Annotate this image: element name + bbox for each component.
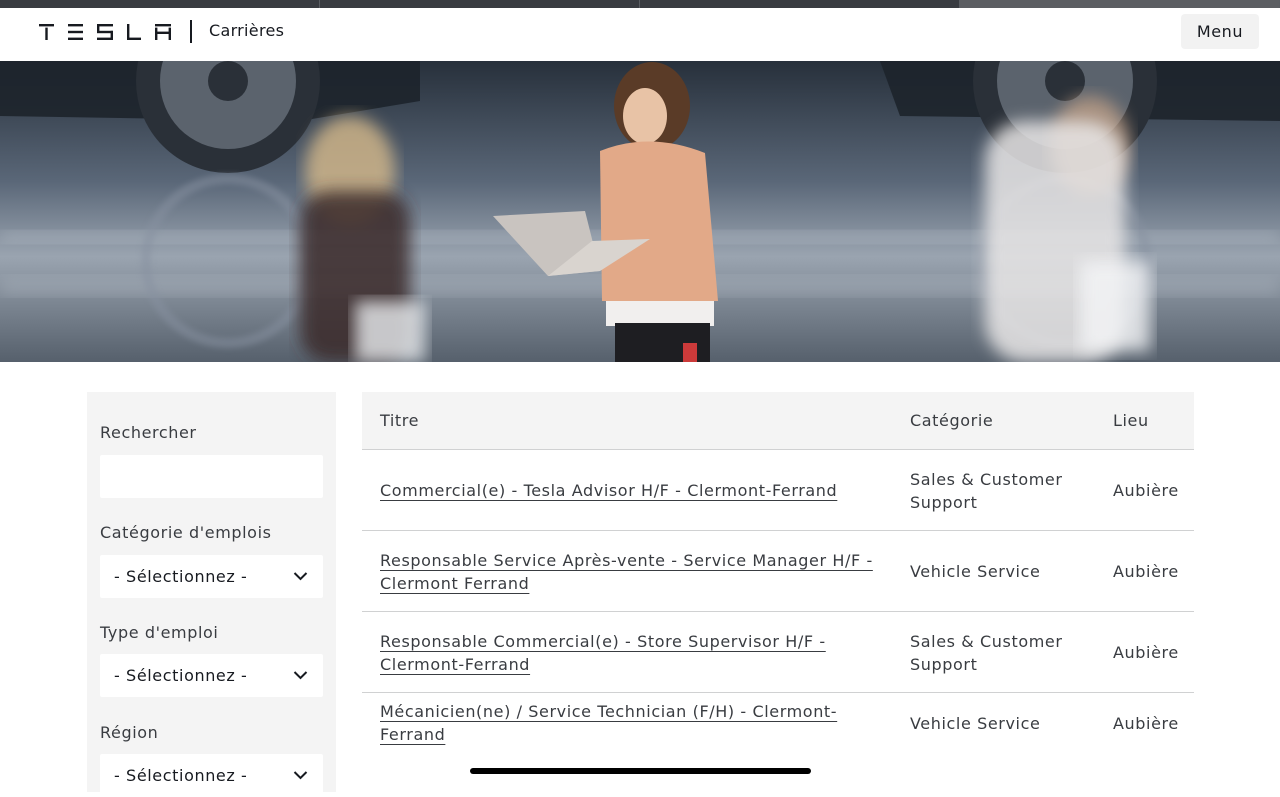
strip-segment	[0, 0, 320, 8]
search-label: Rechercher	[100, 423, 197, 442]
job-title-cell: Commercial(e) - Tesla Advisor H/F - Cler…	[380, 450, 880, 531]
category-select-value: - Sélectionnez -	[114, 567, 248, 586]
job-category-cell: Vehicle Service	[910, 713, 1041, 733]
job-location-cell: Aubière	[1113, 643, 1179, 662]
job-location-cell: Aubière	[1113, 562, 1179, 581]
table-row[interactable]: Responsable Service Après-vente - Servic…	[362, 531, 1194, 612]
strip-segment	[320, 0, 640, 8]
category-select[interactable]: - Sélectionnez -	[100, 555, 323, 598]
table-row[interactable]: Responsable Commercial(e) - Store Superv…	[362, 612, 1194, 693]
section-title[interactable]: Carrières	[209, 21, 284, 40]
job-title-cell: Responsable Service Après-vente - Servic…	[380, 531, 880, 612]
hero-image	[0, 61, 1280, 362]
job-title-link[interactable]: Responsable Service Après-vente - Servic…	[380, 549, 880, 595]
hero-illustration	[0, 61, 1280, 362]
search-input[interactable]	[100, 455, 323, 498]
job-title-link[interactable]: Mécanicien(ne) / Service Technician (F/H…	[380, 700, 880, 746]
table-row[interactable]: Commercial(e) - Tesla Advisor H/F - Cler…	[362, 450, 1194, 531]
job-category-cell: Sales & Customer Support	[910, 469, 1063, 512]
job-title-cell: Responsable Commercial(e) - Store Superv…	[380, 612, 880, 693]
job-type-select-value: - Sélectionnez -	[114, 666, 248, 685]
column-header-title[interactable]: Titre	[380, 411, 419, 430]
tesla-logo[interactable]	[39, 24, 171, 40]
category-label: Catégorie d'emplois	[100, 523, 272, 542]
table-row[interactable]: Mécanicien(ne) / Service Technician (F/H…	[362, 693, 1194, 753]
region-select[interactable]: - Sélectionnez -	[100, 754, 323, 797]
site-header: Carrières Menu	[0, 8, 1280, 61]
column-header-category[interactable]: Catégorie	[910, 411, 993, 430]
job-location-cell: Aubière	[1113, 713, 1179, 733]
menu-button[interactable]: Menu	[1181, 14, 1259, 49]
job-type-select[interactable]: - Sélectionnez -	[100, 654, 323, 697]
region-label: Région	[100, 723, 159, 742]
job-category-cell: Sales & Customer Support	[910, 631, 1063, 674]
horizontal-scrollbar[interactable]	[470, 768, 811, 774]
column-header-location[interactable]: Lieu	[1113, 411, 1149, 430]
chevron-down-icon	[293, 771, 308, 780]
job-title-link[interactable]: Responsable Commercial(e) - Store Superv…	[380, 630, 880, 676]
region-select-value: - Sélectionnez -	[114, 766, 248, 785]
header-divider	[190, 20, 192, 43]
job-type-label: Type d'emploi	[100, 623, 219, 642]
job-title-cell: Mécanicien(ne) / Service Technician (F/H…	[380, 693, 880, 753]
chevron-down-icon	[293, 671, 308, 680]
top-progress-strip	[0, 0, 1280, 8]
chevron-down-icon	[293, 572, 308, 581]
jobs-table: Titre Catégorie Lieu Commercial(e) - Tes…	[362, 392, 1194, 782]
table-header: Titre Catégorie Lieu	[362, 392, 1194, 450]
strip-segment	[640, 0, 960, 8]
strip-segment-active	[960, 0, 1280, 8]
job-location-cell: Aubière	[1113, 481, 1179, 500]
job-category-cell: Vehicle Service	[910, 562, 1041, 581]
job-title-link[interactable]: Commercial(e) - Tesla Advisor H/F - Cler…	[380, 479, 837, 502]
filter-sidebar: Rechercher Catégorie d'emplois - Sélecti…	[87, 392, 336, 797]
